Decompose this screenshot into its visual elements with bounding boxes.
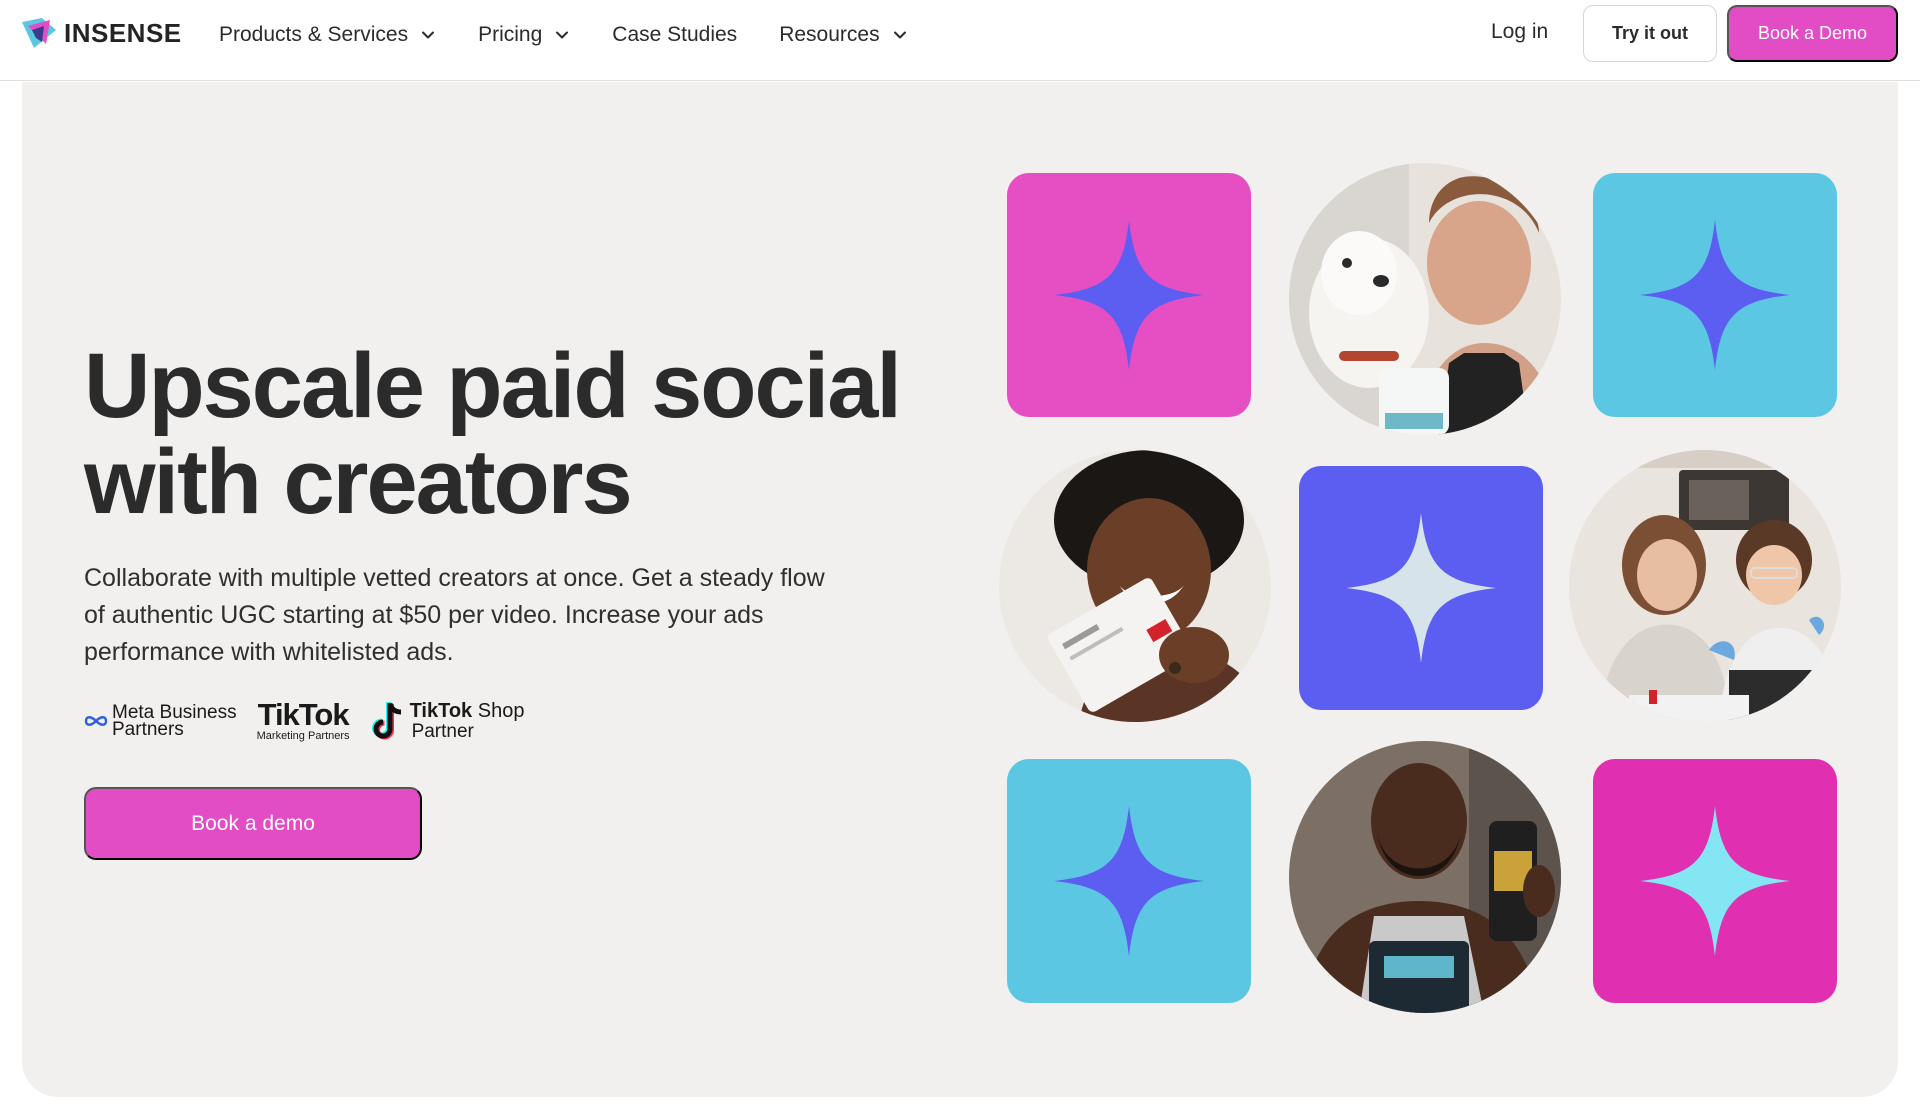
shop-line-2: Partner (411, 720, 474, 742)
nav-label: Resources (779, 23, 880, 46)
hero-subtext: Collaborate with multiple vetted creator… (84, 564, 825, 666)
creator-photo-man-with-products-image (1289, 741, 1561, 1013)
meta-line-2: Partners (112, 719, 184, 740)
main-nav: Products & Services Pricing Case Studies… (219, 0, 950, 70)
sparkle-icon (1640, 806, 1790, 956)
sparkle-tile-magenta (1593, 759, 1837, 1003)
meta-infinity-icon (84, 716, 108, 726)
headline-line-1: Upscale paid social (84, 335, 902, 437)
nav-label: Pricing (478, 23, 543, 46)
nav-label: Products & Services (219, 23, 409, 46)
headline-line-2: with creators (84, 431, 633, 533)
insense-logo[interactable]: INSENSE (20, 16, 182, 50)
partner-badges: Meta Business Partners TikTok Marketing … (84, 697, 525, 742)
tiktok-shop-partner-badge: TikTok Shop Partner (370, 699, 525, 742)
try-it-out-button[interactable]: Try it out (1583, 5, 1717, 62)
shop-rest: Shop (477, 699, 525, 722)
book-demo-header-button[interactable]: Book a Demo (1727, 5, 1898, 62)
creator-photo-woman-with-dog-image (1289, 163, 1561, 435)
creator-photo-woman-with-dog (1289, 163, 1561, 435)
brand-name: INSENSE (64, 17, 182, 48)
creator-photo-kids-experiment (1569, 450, 1841, 722)
nav-label: Case Studies (612, 23, 738, 46)
chevron-down-icon (893, 31, 906, 39)
nav-case-studies[interactable]: Case Studies (612, 23, 737, 47)
nav-pricing[interactable]: Pricing (478, 23, 570, 47)
meta-business-partners-badge: Meta Business Partners (84, 703, 237, 740)
hero-headline: Upscale paid social with creators (84, 338, 944, 530)
sparkle-tile-cyan (1593, 173, 1837, 417)
nav-resources[interactable]: Resources (779, 23, 907, 47)
tiktok-note-icon (371, 702, 401, 740)
sparkle-icon (1640, 220, 1790, 370)
sparkle-icon (1054, 220, 1204, 370)
top-navigation-bar: INSENSE Products & Services Pricing Case… (0, 0, 1920, 81)
login-link[interactable]: Log in (1491, 20, 1548, 44)
creator-photo-woman-with-product (999, 450, 1271, 722)
sparkle-icon (1346, 513, 1496, 663)
creator-photo-man-with-products (1289, 741, 1561, 1013)
sparkle-tile-indigo (1299, 466, 1543, 710)
creator-photo-woman-with-product-image (999, 450, 1271, 722)
sparkle-tile-cyan (1007, 759, 1251, 1003)
chevron-down-icon (422, 31, 435, 39)
tiktok-marketing-label: Marketing Partners (256, 730, 350, 742)
tiktok-wordmark: TikTok (257, 697, 350, 732)
insense-logo-icon (22, 18, 56, 48)
chevron-down-icon (556, 31, 569, 39)
shop-bold: TikTok (409, 699, 473, 722)
sparkle-tile-pink (1007, 173, 1251, 417)
book-demo-hero-button[interactable]: Book a demo (84, 787, 422, 860)
tiktok-marketing-partners-badge: TikTok Marketing Partners (256, 697, 350, 742)
creator-photo-kids-experiment-image (1569, 450, 1841, 722)
sparkle-icon (1054, 806, 1204, 956)
nav-products-services[interactable]: Products & Services (219, 23, 436, 47)
